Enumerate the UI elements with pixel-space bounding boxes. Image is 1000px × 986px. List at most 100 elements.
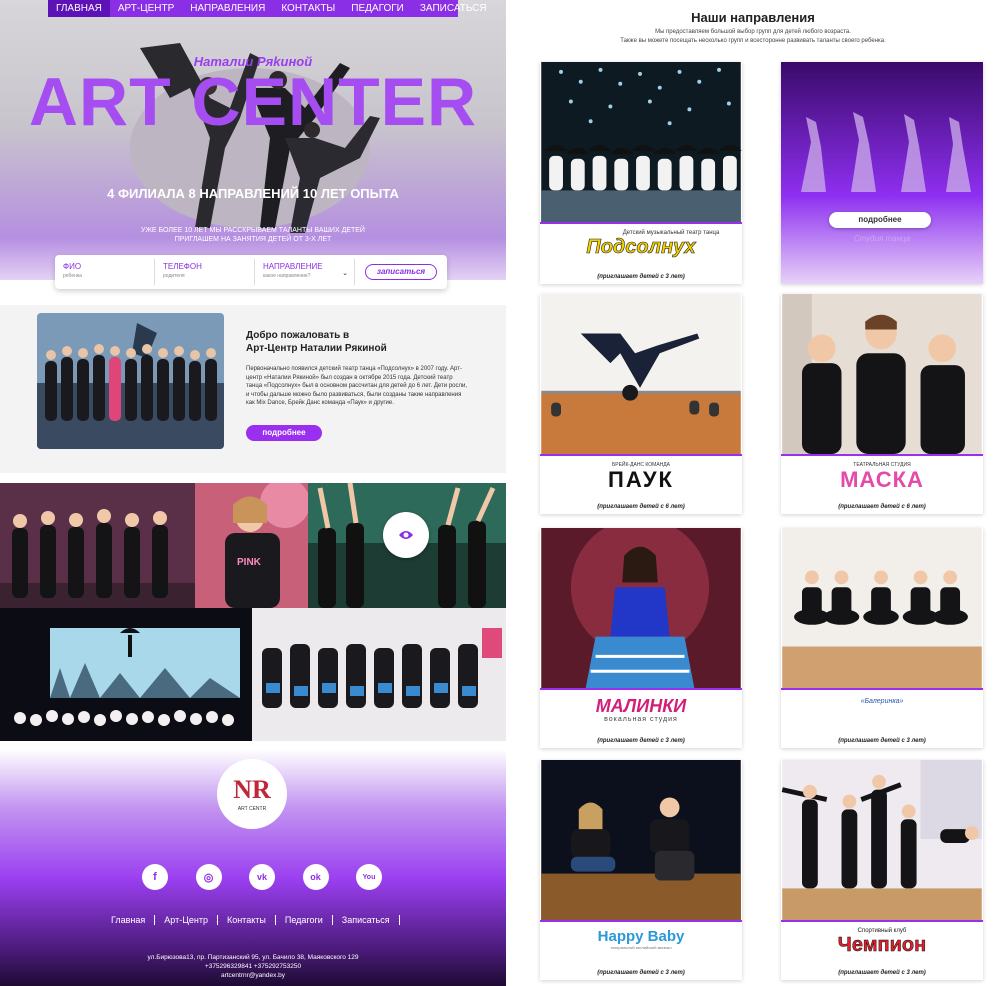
brand-name: МАСКА (840, 467, 924, 492)
direction-photo (540, 62, 742, 224)
footer-address: ул.Бирюзова13, пр. Партизанский 95, ул. … (147, 954, 359, 961)
nav-item-teachers[interactable]: ПЕДАГОГИ (343, 0, 412, 17)
facebook-icon[interactable]: f (142, 864, 168, 890)
hero-description-line: ПРИГЛАШЕМ НА ЗАНЯТИЯ ДЕТЕЙ ОТ 3-Х ЛЕТ (174, 236, 332, 243)
welcome-title-line: Добро пожаловать в (246, 330, 350, 341)
footer-link-signup[interactable]: Записаться (333, 915, 400, 925)
direction-card-champion[interactable]: Спортивный клуб Чемпион (приглашает дете… (781, 760, 983, 980)
direction-card-podsolnukh[interactable]: Детский музыкальный театр танца Подсолну… (540, 62, 742, 284)
direction-age-note: (приглашает детей с 3 лет) (838, 738, 926, 744)
hero-description: УЖЕ БОЛЕЕ 10 ЛЕТ МЫ РАССКРЫВАЕМ ТАЛАНТЫ … (0, 226, 506, 244)
footer-link-contacts[interactable]: Контакты (218, 915, 276, 925)
hero-description-line: УЖЕ БОЛЕЕ 10 ЛЕТ МЫ РАССКРЫВАЕМ ТАЛАНТЫ … (141, 227, 365, 234)
direction-brand: «Балеринка» (781, 696, 983, 705)
direction-brand: ТЕАТРАЛЬНАЯ СТУДИЯ МАСКА (781, 462, 983, 492)
direction-age-note: (приглашает детей с 6 лет) (597, 504, 685, 510)
direction-age-note: (приглашает детей с 3 лет) (597, 970, 685, 976)
brand-caption: театральный английский мюзикл (610, 945, 672, 950)
direction-select-placeholder: какое направление? (263, 273, 311, 279)
direction-brand: Детский музыкальный театр танца Подсолну… (540, 230, 742, 258)
gallery-photo-singer[interactable]: PINK (195, 483, 308, 608)
direction-photo (781, 294, 983, 456)
footer-link-art-center[interactable]: Арт-Центр (155, 915, 218, 925)
nav-item-signup[interactable]: ЗАПИСАТЬСЯ (412, 0, 495, 17)
footer-link-teachers[interactable]: Педагоги (276, 915, 333, 925)
nav-item-art-center[interactable]: АРТ-ЦЕНТР (110, 0, 182, 17)
brand-name: Студия танца (853, 234, 911, 243)
direction-photo (801, 112, 971, 192)
name-field-placeholder: ребенка (63, 273, 82, 279)
signup-button[interactable]: записаться (365, 264, 437, 280)
footer-phones[interactable]: +375296329841 +375292753250 (0, 962, 506, 971)
direction-photo (540, 528, 742, 690)
odnoklassniki-icon[interactable]: ok (302, 864, 329, 890)
direction-photo (540, 760, 742, 922)
team-photo (37, 313, 224, 449)
name-field-label: ФИО (63, 262, 82, 271)
footer-link-home[interactable]: Главная (105, 915, 156, 925)
brand-name: Чемпион (837, 934, 927, 957)
direction-card-pauk[interactable]: БРЕЙК-ДАНС КОМАНДА ПАУК (приглашает дете… (540, 294, 742, 514)
vk-icon[interactable]: vk (249, 864, 275, 890)
welcome-more-button[interactable]: подробнее (246, 425, 322, 441)
direction-brand: Спортивный клуб Чемпион (781, 928, 983, 956)
direction-card-happy-baby[interactable]: Happy Baby театральный английский мюзикл… (540, 760, 742, 980)
directions-title: Наши направления (691, 10, 815, 25)
hero-title: ART CENTER (28, 64, 478, 140)
logo[interactable]: NR ART CENTR (217, 759, 287, 829)
direction-card-maska[interactable]: ТЕАТРАЛЬНАЯ СТУДИЯ МАСКА (приглашает дет… (781, 294, 983, 514)
brand-name: МАЛИНКИ (595, 696, 687, 716)
directions-subtitle: Мы предоставляем большой выбор групп для… (506, 28, 1000, 46)
brand-name: Happy Baby (597, 928, 685, 945)
direction-photo (540, 294, 742, 456)
chevron-down-icon: ⌄ (342, 270, 348, 277)
nav-item-contacts[interactable]: КОНТАКТЫ (273, 0, 343, 17)
logo-subtext: ART CENTR (237, 806, 267, 812)
eye-icon (399, 531, 413, 539)
hero-section: Наталии Ряkиной ART CENTER 4 ФИЛИАЛА 8 Н… (0, 0, 506, 280)
brand-name: «Балеринка» (860, 698, 904, 705)
welcome-title-line: Арт-Центр Наталии Рякиной (246, 343, 387, 354)
phone-field[interactable]: ТЕЛЕФОН родителя (155, 259, 255, 285)
youtube-icon[interactable]: You (356, 864, 382, 890)
footer-email[interactable]: artcentrnr@yandex.by (0, 971, 506, 980)
direction-brand: БРЕЙК-ДАНС КОМАНДА ПАУК (540, 462, 742, 492)
brand-name: Подсолнух (586, 236, 696, 259)
direction-age-note: (приглашает детей с 3 лет) (838, 970, 926, 976)
logo-text: NR (233, 775, 271, 804)
direction-card-dance-studio[interactable]: подробнее Студия танца (781, 62, 983, 284)
gallery-photo-dancers-stage[interactable] (0, 483, 195, 608)
direction-age-note: (приглашает детей с 6 лет) (838, 504, 926, 510)
footer-contacts: ул.Бирюзова13, пр. Партизанский 95, ул. … (0, 953, 506, 980)
nav-item-directions[interactable]: НАПРАВЛЕНИЯ (182, 0, 273, 17)
direction-select-label: НАПРАВЛЕНИЕ (263, 262, 323, 271)
signup-form: ФИО ребенка ТЕЛЕФОН родителя НАПРАВЛЕНИЕ… (55, 255, 447, 289)
directions-subtitle-line: Также вы можете посещать несколько групп… (620, 38, 886, 44)
direction-photo (781, 528, 983, 690)
directions-subtitle-line: Мы предоставляем большой выбор групп для… (655, 29, 851, 35)
main-nav: ГЛАВНАЯ АРТ-ЦЕНТР НАПРАВЛЕНИЯ КОНТАКТЫ П… (48, 0, 487, 17)
view-gallery-button[interactable] (383, 512, 429, 558)
name-field[interactable]: ФИО ребенка (55, 259, 155, 285)
direction-card-balerinka[interactable]: «Балеринка» (приглашает детей с 3 лет) (781, 528, 983, 748)
hero-tagline: 4 ФИЛИАЛА 8 НАПРАВЛЕНИЙ 10 ЛЕТ ОПЫТА (107, 186, 399, 201)
direction-more-button[interactable]: подробнее (829, 212, 931, 228)
nav-item-home[interactable]: ГЛАВНАЯ (48, 0, 110, 17)
direction-age-note: (приглашает детей с 3 лет) (597, 274, 685, 280)
footer-nav: Главная Арт-Центр Контакты Педагоги Запи… (105, 915, 435, 925)
social-links: f ◎ vk ok You (142, 864, 382, 892)
phone-field-label: ТЕЛЕФОН (163, 262, 202, 271)
welcome-title: Добро пожаловать в Арт-Центр Наталии Ряк… (246, 329, 466, 355)
direction-brand: МАЛИНКИ вокальная студия (540, 696, 742, 723)
instagram-icon[interactable]: ◎ (195, 864, 222, 890)
gallery-photo-certificates[interactable] (252, 608, 506, 741)
direction-card-malinki[interactable]: МАЛИНКИ вокальная студия (приглашает дет… (540, 528, 742, 748)
brand-name: ПАУК (608, 467, 674, 492)
photo-gallery: PINK (0, 483, 506, 741)
brand-caption: вокальная студия (604, 716, 678, 723)
direction-select[interactable]: НАПРАВЛЕНИЕ какое направление? ⌄ (255, 259, 355, 285)
pink-tee-text: PINK (237, 557, 262, 568)
gallery-photo-mary-poppins[interactable] (0, 608, 252, 741)
footer: NR ART CENTR f ◎ vk ok You Главная Арт-Ц… (0, 749, 506, 986)
directions-section: Наши направления Мы предоставляем большо… (506, 0, 1000, 986)
